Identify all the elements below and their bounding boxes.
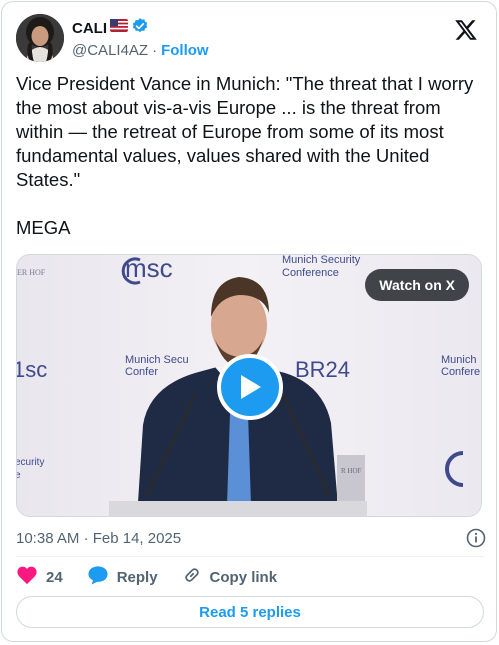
watch-on-x-button[interactable]: Watch on X	[365, 269, 469, 301]
copy-link-button[interactable]: Copy link	[182, 565, 278, 589]
avatar[interactable]	[16, 14, 64, 62]
backdrop-title-right-1: Munich	[441, 354, 476, 366]
heart-icon	[16, 565, 38, 589]
backdrop-logo-center: BR24	[295, 357, 350, 382]
author-name-row[interactable]: CALI	[72, 17, 149, 40]
backdrop-title-left-2: Confer	[125, 366, 158, 378]
timestamp-row: 10:38 AM · Feb 14, 2025	[16, 528, 486, 548]
backdrop-title-right-2: Confere	[441, 366, 480, 378]
backdrop-title-top-2: Conference	[282, 267, 339, 279]
video-player[interactable]: msc Munich Security Conference ER HOF 1s…	[16, 254, 482, 517]
backdrop-fragment-left: ER HOF	[17, 268, 46, 277]
backdrop-text-left-bottom-1: ecurity	[17, 457, 44, 468]
backdrop-title-top-1: Munich Security	[282, 255, 361, 266]
timestamp[interactable]: 10:38 AM · Feb 14, 2025	[16, 530, 181, 547]
divider	[16, 556, 484, 557]
backdrop-text-left-bottom-2: e	[17, 470, 21, 481]
action-bar: 24 Reply Copy link	[16, 566, 301, 588]
handle-separator: ·	[152, 42, 158, 59]
like-count: 24	[46, 568, 63, 586]
backdrop-title-left-1: Munich Secu	[125, 354, 189, 366]
info-icon[interactable]	[466, 528, 486, 548]
read-replies-button[interactable]: Read 5 replies	[16, 596, 484, 628]
tweet-text: Vice President Vance in Munich: "The thr…	[16, 73, 474, 238]
podium-fragment: R HOF	[341, 467, 362, 475]
play-icon	[237, 373, 263, 401]
link-icon	[182, 565, 202, 589]
follow-button[interactable]: Follow	[161, 42, 209, 59]
verified-badge-icon	[131, 17, 149, 40]
play-button[interactable]	[217, 354, 283, 420]
reply-bubble-icon	[87, 565, 109, 589]
reply-label: Reply	[116, 568, 158, 586]
like-button[interactable]: 24	[16, 565, 63, 589]
handle-row: @CALI4AZ · Follow	[72, 42, 209, 59]
copy-link-label: Copy link	[209, 568, 278, 586]
backdrop-logo-left: 1sc	[17, 357, 47, 382]
x-logo-icon[interactable]	[454, 18, 478, 42]
tweet-card: CALI @CALI4AZ · Follow Vice President Va	[1, 1, 497, 642]
display-name[interactable]: CALI	[72, 20, 107, 37]
handle[interactable]: @CALI4AZ	[72, 42, 148, 59]
reply-button[interactable]: Reply	[87, 565, 158, 589]
flag-icon	[110, 19, 128, 37]
